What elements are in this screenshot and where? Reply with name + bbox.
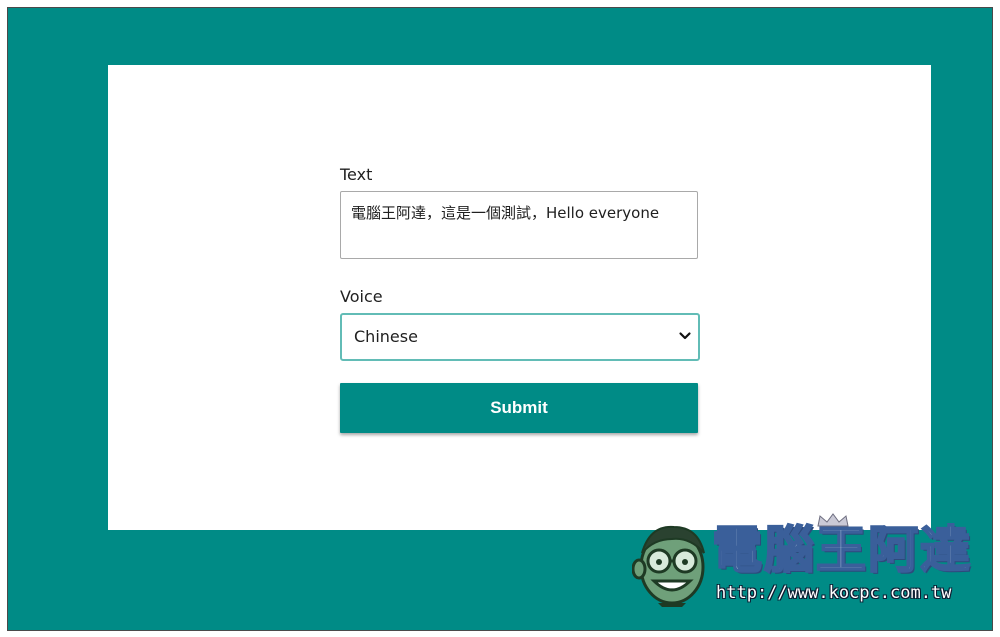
voice-label: Voice [340, 287, 383, 306]
form-card: Text 電腦王阿達，這是一個測試，Hello everyone Voice C… [108, 65, 931, 530]
watermark-logo: 電腦王阿達 http://www.kocpc.com.tw [632, 513, 971, 610]
watermark-url: http://www.kocpc.com.tw [716, 583, 952, 603]
submit-button[interactable]: Submit [340, 383, 698, 433]
mascot-logo [632, 525, 705, 607]
tts-form: Text 電腦王阿達，這是一個測試，Hello everyone Voice C… [340, 165, 700, 433]
text-label: Text [340, 165, 373, 184]
chevron-down-icon [679, 332, 691, 340]
text-input[interactable]: 電腦王阿達，這是一個測試，Hello everyone [340, 191, 698, 259]
watermark-brand: 電腦王阿達 [711, 520, 972, 580]
voice-select-value: Chinese [354, 327, 418, 346]
voice-select[interactable]: Chinese [340, 313, 700, 361]
